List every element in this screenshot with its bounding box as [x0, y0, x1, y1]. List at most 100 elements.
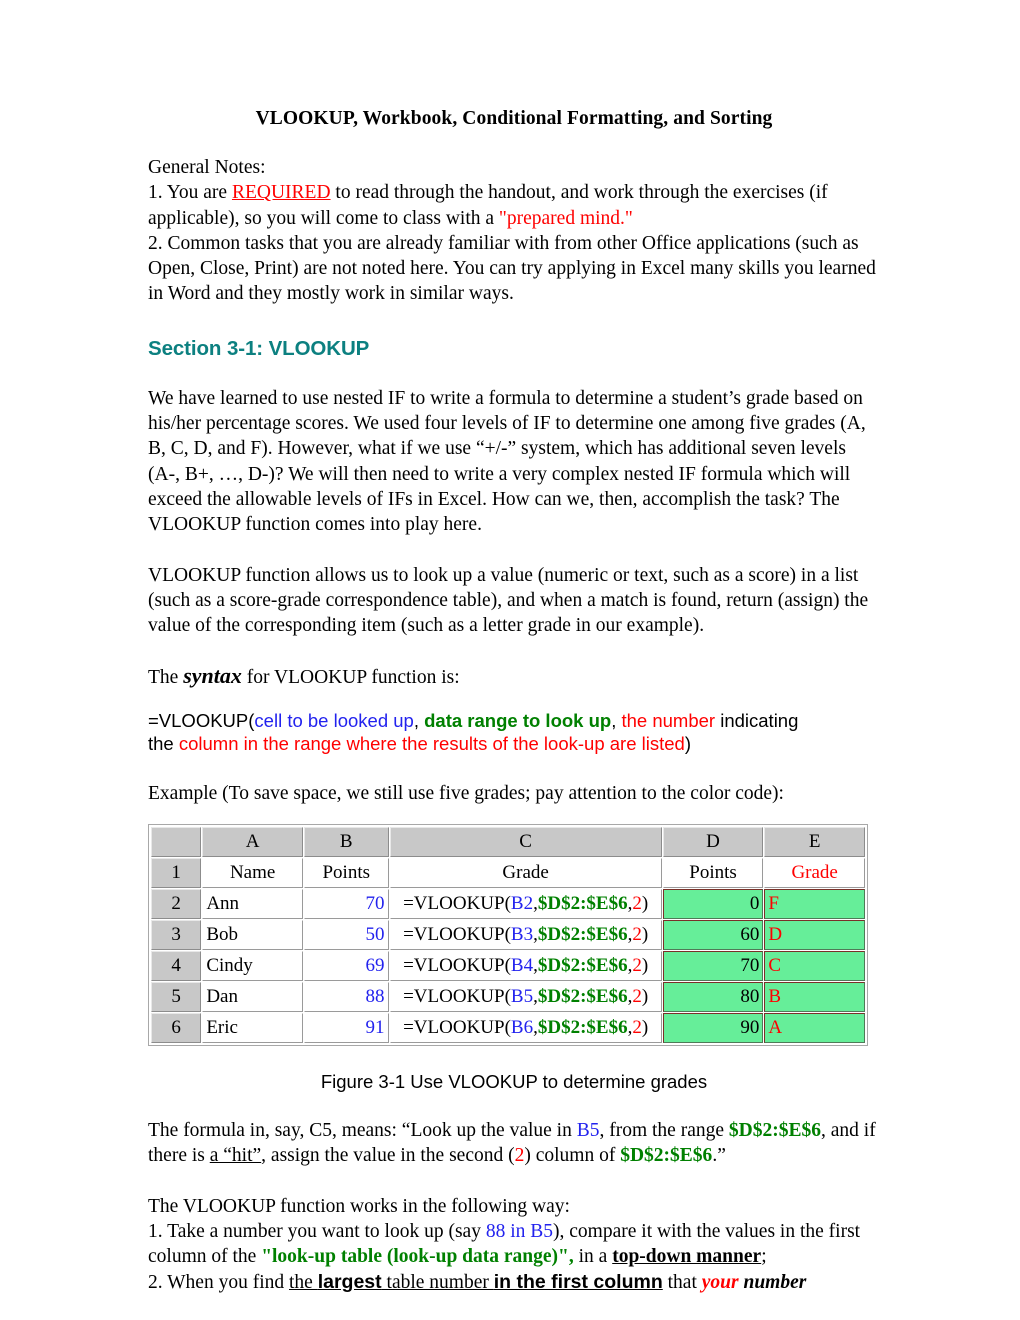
cell-c1[interactable]: Grade: [389, 858, 662, 889]
note-1-required: REQUIRED: [231, 182, 331, 204]
formula-cell-ref: B4: [510, 955, 534, 977]
column-header-e[interactable]: E: [764, 827, 865, 858]
cell-c5[interactable]: =VLOOKUP(B5,$D$2:$E$6,2): [389, 982, 662, 1013]
how-it-works-block: The VLOOKUP function works in the follow…: [148, 1194, 880, 1295]
formula-col-index: 2: [632, 986, 642, 1008]
cell-e3[interactable]: D: [764, 920, 865, 951]
cell-c3[interactable]: =VLOOKUP(B3,$D$2:$E$6,2): [389, 920, 662, 951]
cell-c4[interactable]: =VLOOKUP(B4,$D$2:$E$6,2): [389, 951, 662, 982]
syntax-close-paren: ): [684, 733, 691, 755]
column-header-row: A B C D E: [151, 827, 865, 858]
cell-b2[interactable]: 70: [303, 889, 389, 920]
cell-e4[interactable]: C: [764, 951, 865, 982]
cell-a1[interactable]: Name: [202, 858, 303, 889]
syntax-arg-lookup-value: cell to be looked up: [254, 709, 414, 731]
step-2-c: that: [662, 1271, 702, 1293]
row-header-1[interactable]: 1: [151, 858, 202, 889]
table-row: 3 Bob 50 =VLOOKUP(B3,$D$2:$E$6,2) 60 D: [151, 920, 865, 951]
cell-d1[interactable]: Points: [662, 858, 764, 889]
explanation-hit: a “hit”: [209, 1145, 262, 1167]
step-2-your: your: [701, 1271, 739, 1293]
cell-e5[interactable]: B: [764, 982, 865, 1013]
explanation-paragraph: The formula in, say, C5, means: “Look up…: [148, 1118, 880, 1169]
table-row: 4 Cindy 69 =VLOOKUP(B4,$D$2:$E$6,2) 70 C: [151, 951, 865, 982]
cell-a5[interactable]: Dan: [202, 982, 303, 1013]
cell-c6[interactable]: =VLOOKUP(B6,$D$2:$E$6,2): [389, 1013, 662, 1044]
formula-range-ref: $D$2:$E$6: [537, 955, 628, 977]
formula-col-index: 2: [632, 955, 642, 977]
cell-d2[interactable]: 0: [662, 889, 764, 920]
column-header-c[interactable]: C: [389, 827, 662, 858]
cell-d3[interactable]: 60: [662, 920, 764, 951]
syntax-intro-after: for VLOOKUP function is:: [241, 667, 460, 689]
spreadsheet-table: A B C D E 1 Name Points Grade Points Gra…: [150, 826, 866, 1044]
cell-c2[interactable]: =VLOOKUP(B2,$D$2:$E$6,2): [389, 889, 662, 920]
step-2-a: 2. When you find: [148, 1271, 289, 1293]
column-header-b[interactable]: B: [303, 827, 389, 858]
cell-d4[interactable]: 70: [662, 951, 764, 982]
cell-b3[interactable]: 50: [303, 920, 389, 951]
cell-e1[interactable]: Grade: [764, 858, 865, 889]
formula-suffix: ): [641, 893, 649, 915]
syntax-separator-1: ,: [413, 709, 425, 731]
row-header-3[interactable]: 3: [151, 920, 202, 951]
formula-suffix: ): [641, 924, 649, 946]
step-2-largest: largest: [317, 1270, 382, 1293]
explanation-range-1: $D$2:$E$6: [728, 1120, 821, 1142]
section-heading: Section 3-1: VLOOKUP: [148, 336, 370, 360]
formula-col-index: 2: [632, 1017, 642, 1039]
cell-b4[interactable]: 69: [303, 951, 389, 982]
syntax-indicating: indicating: [715, 709, 799, 731]
syntax-line2-desc: column in the range where the results of…: [178, 733, 685, 755]
formula-cell-ref: B2: [510, 893, 534, 915]
table-row: 5 Dan 88 =VLOOKUP(B5,$D$2:$E$6,2) 80 B: [151, 982, 865, 1013]
cell-d6[interactable]: 90: [662, 1013, 764, 1044]
cell-e2[interactable]: F: [764, 889, 865, 920]
row-header-5[interactable]: 5: [151, 982, 202, 1013]
cell-b5[interactable]: 88: [303, 982, 389, 1013]
step-1-c: in a: [573, 1246, 613, 1268]
syntax-separator-2: ,: [611, 709, 622, 731]
general-notes-label: General Notes:: [148, 157, 266, 178]
step-1-a: 1. Take a number you want to look up (sa…: [148, 1220, 486, 1242]
formula-suffix: ): [641, 1017, 649, 1039]
cell-a6[interactable]: Eric: [202, 1013, 303, 1044]
formula-range-ref: $D$2:$E$6: [537, 924, 628, 946]
formula-range-ref: $D$2:$E$6: [537, 893, 628, 915]
formula-prefix: =VLOOKUP(: [403, 986, 511, 1008]
formula-range-ref: $D$2:$E$6: [537, 986, 628, 1008]
table-row: 6 Eric 91 =VLOOKUP(B6,$D$2:$E$6,2) 90 A: [151, 1013, 865, 1044]
cell-a2[interactable]: Ann: [202, 889, 303, 920]
cell-e6[interactable]: A: [764, 1013, 865, 1044]
formula-cell-ref: B6: [510, 1017, 534, 1039]
cell-a3[interactable]: Bob: [202, 920, 303, 951]
row-header-4[interactable]: 4: [151, 951, 202, 982]
row-header-2[interactable]: 2: [151, 889, 202, 920]
row-header-6[interactable]: 6: [151, 1013, 202, 1044]
section-paragraph-1: We have learned to use nested IF to writ…: [148, 387, 866, 536]
column-header-a[interactable]: A: [202, 827, 303, 858]
formula-col-index: 2: [632, 924, 642, 946]
note-2: 2. Common tasks that you are already fam…: [148, 232, 876, 305]
cell-b6[interactable]: 91: [303, 1013, 389, 1044]
cell-d5[interactable]: 80: [662, 982, 764, 1013]
explanation-mid-1: , from the range: [599, 1120, 729, 1142]
corner-cell[interactable]: [151, 827, 202, 858]
formula-prefix: =VLOOKUP(: [403, 1017, 511, 1039]
syntax-arg-col-index: the number: [621, 709, 716, 731]
cell-a4[interactable]: Cindy: [202, 951, 303, 982]
syntax-intro: The syntax for VLOOKUP function is:: [148, 663, 880, 690]
formula-col-index: 2: [632, 893, 642, 915]
step-2-b: table number: [381, 1271, 494, 1293]
cell-b1[interactable]: Points: [303, 858, 389, 889]
column-header-d[interactable]: D: [662, 827, 764, 858]
